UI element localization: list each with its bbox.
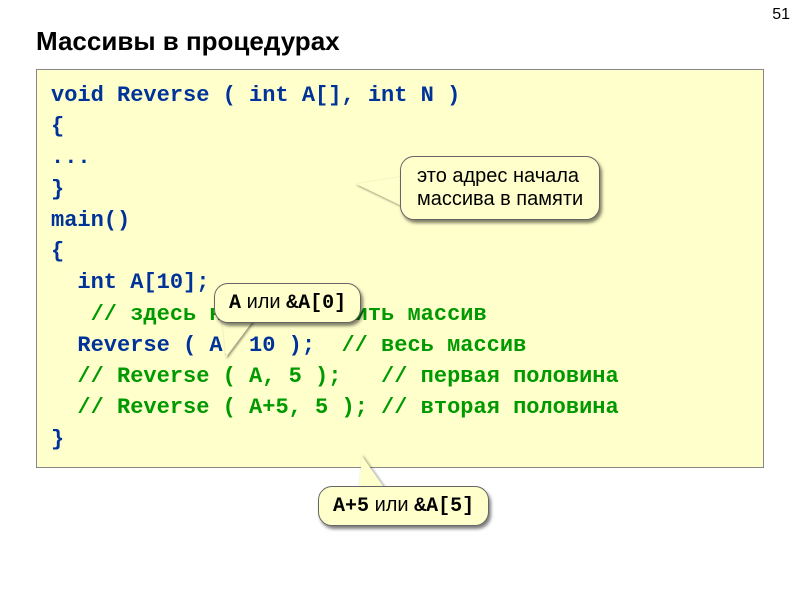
callout-a-or-a0: A или &A[0] [214,283,361,323]
callout-text: массива в памяти [417,188,583,211]
callout-tail-icon [222,317,256,357]
callout-body: это адрес начала массива в памяти [400,156,600,220]
callout-body: A или &A[0] [214,283,361,323]
callout-a5-or-a5: A+5 или &A[5] [318,486,489,526]
callout-code: &A[5] [414,495,474,518]
callout-text: или [369,494,414,516]
callout-address: это адрес начала массива в памяти [400,156,600,220]
callout-text: или [241,291,286,313]
callout-code: &A[0] [286,292,346,315]
callout-text: это адрес начала [417,165,583,188]
callout-code: A+5 [333,495,369,518]
callout-tail-icon [356,176,406,208]
callout-code: A [229,292,241,315]
callout-body: A+5 или &A[5] [318,486,489,526]
